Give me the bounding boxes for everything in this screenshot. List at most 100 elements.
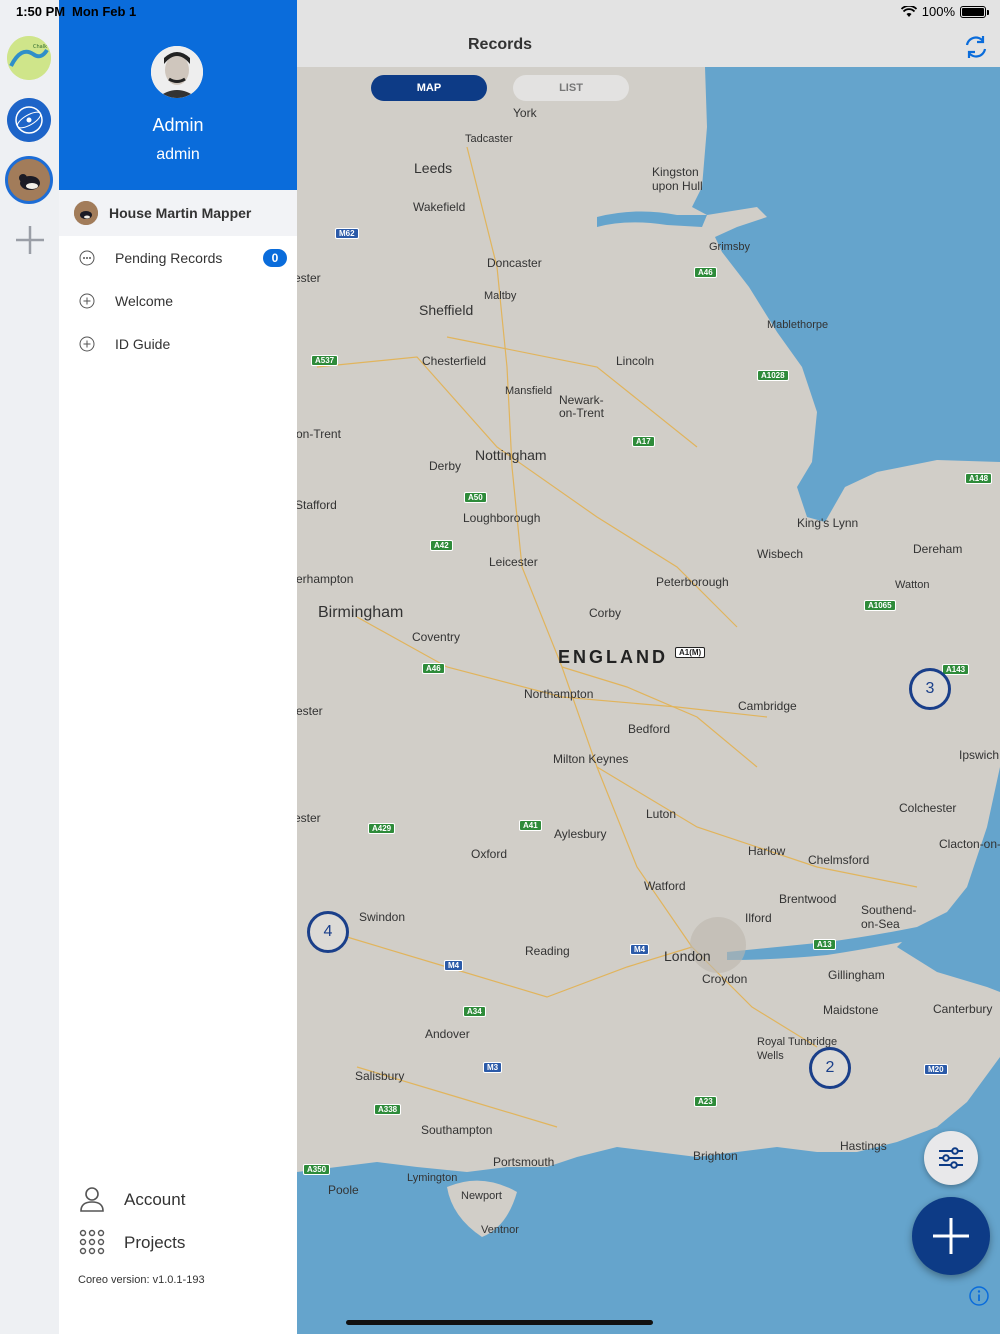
globe-icon [7, 98, 51, 142]
battery-percent: 100% [921, 4, 955, 19]
project-avatar [74, 201, 98, 225]
add-circle-icon [79, 293, 95, 309]
drawer-header: Admin admin [59, 0, 297, 190]
page-title: Records [467, 36, 533, 53]
place-label: Birmingham [318, 604, 404, 621]
records-map[interactable]: York Tadcaster Leeds Wakefield Kingston … [297, 67, 1000, 1334]
place-label: Leeds [414, 160, 453, 176]
sliders-icon [939, 1147, 963, 1169]
add-record-button[interactable] [912, 1197, 990, 1275]
place-label: Doncaster [487, 256, 542, 270]
place-label: Maidstone [823, 1003, 879, 1017]
place-label: Corby [589, 606, 622, 620]
record-cluster[interactable]: 2 [809, 1047, 851, 1089]
road-shield: A350 [303, 1164, 331, 1175]
road-shield: A338 [374, 1104, 402, 1115]
place-label: Chelmsford [808, 853, 870, 867]
user-username: admin [156, 146, 200, 163]
place-label: Milton Keynes [553, 752, 629, 766]
sync-icon[interactable] [962, 33, 990, 61]
place-label: Harlow [748, 844, 786, 858]
info-icon[interactable] [968, 1285, 990, 1307]
place-label: Wakefield [413, 200, 466, 214]
status-date: Mon Feb 1 [72, 4, 137, 19]
place-label: Watford [644, 879, 686, 893]
place-label: Canterbury [933, 1002, 993, 1016]
pending-count-badge: 0 [263, 249, 287, 267]
projects-label: Projects [124, 1233, 186, 1252]
place-label: Southend-on-Sea [861, 903, 917, 931]
place-label: Ventnor [481, 1224, 519, 1236]
country-label: ENGLAND [558, 647, 668, 667]
road-shield: A17 [632, 436, 655, 447]
account-label: Account [124, 1190, 186, 1209]
project-rail: Chalk [0, 0, 59, 1334]
place-label: London [664, 948, 711, 964]
menu-item-id-guide[interactable]: ID Guide [59, 324, 297, 364]
place-label: Grimsby [709, 241, 750, 253]
tab-list[interactable]: LIST [513, 75, 629, 101]
place-label: Peterborough [656, 575, 729, 589]
place-label: Bedford [628, 722, 671, 736]
place-label: Coventry [412, 630, 461, 644]
status-right: 100% [900, 4, 989, 19]
road-shield: A42 [430, 540, 453, 551]
place-label: Chesterfield [422, 354, 487, 368]
menu-label-id-guide: ID Guide [115, 336, 171, 352]
projects-button[interactable]: Projects [59, 1223, 297, 1263]
project-chalk-valley[interactable]: Chalk [7, 36, 51, 80]
place-label: Cambridge [738, 699, 797, 713]
place-label: Reading [525, 944, 570, 958]
record-cluster[interactable]: 3 [909, 668, 951, 710]
tab-map[interactable]: MAP [371, 75, 487, 101]
place-label: York [513, 106, 537, 120]
place-label: Hastings [840, 1139, 887, 1153]
road-shield: A46 [422, 663, 445, 674]
place-label: Swindon [359, 910, 406, 924]
wifi-icon [900, 5, 917, 17]
place-label: Stafford [297, 498, 337, 512]
place-label: ester [297, 811, 321, 825]
project-house-martin[interactable] [5, 156, 53, 204]
current-project-name: House Martin Mapper [109, 205, 252, 221]
road-shield: M3 [483, 1062, 503, 1073]
record-cluster[interactable]: 4 [307, 911, 349, 953]
user-display-name: Admin [152, 115, 204, 135]
place-label: Leicester [489, 555, 538, 569]
account-button[interactable]: Account [59, 1180, 297, 1220]
person-icon [80, 1187, 104, 1212]
road-shield: A143 [942, 664, 970, 675]
status-bar: 1:50 PM Mon Feb 1 100% [0, 0, 1000, 24]
place-label: Watton [895, 579, 930, 591]
side-drawer: Admin admin House Martin Mapper Pending … [59, 0, 297, 1334]
place-label: Ilford [745, 911, 772, 925]
place-label: Maltby [484, 290, 517, 302]
place-label: Derby [429, 459, 462, 473]
add-circle-icon [79, 336, 95, 352]
place-label: Salisbury [355, 1069, 405, 1083]
current-project-row[interactable]: House Martin Mapper [59, 190, 297, 236]
road-shield: M4 [630, 944, 650, 955]
road-shield: M62 [335, 228, 359, 239]
road-shield: M20 [924, 1064, 948, 1075]
map-basemap [297, 67, 1000, 1334]
add-project-icon[interactable] [14, 224, 46, 256]
road-shield: A13 [813, 939, 836, 950]
menu-label-pending: Pending Records [115, 250, 223, 266]
filter-button[interactable] [924, 1131, 978, 1185]
place-label: Brighton [693, 1149, 738, 1163]
place-label: Tadcaster [465, 133, 513, 145]
status-time: 1:50 PM [16, 4, 66, 19]
place-label: Lincoln [616, 354, 655, 368]
home-indicator [346, 1320, 653, 1325]
road-shield: A148 [965, 473, 993, 484]
menu-item-pending-records[interactable]: Pending Records 0 [59, 238, 297, 278]
project-globe[interactable] [7, 98, 51, 142]
place-label: Mablethorpe [767, 319, 829, 331]
place-label: on-Trent [297, 427, 341, 441]
road-shield: M4 [444, 960, 464, 971]
place-label: Aylesbury [554, 827, 607, 841]
place-label: Nottingham [475, 447, 547, 463]
menu-item-welcome[interactable]: Welcome [59, 281, 297, 321]
grid-dots-icon [79, 1229, 105, 1255]
